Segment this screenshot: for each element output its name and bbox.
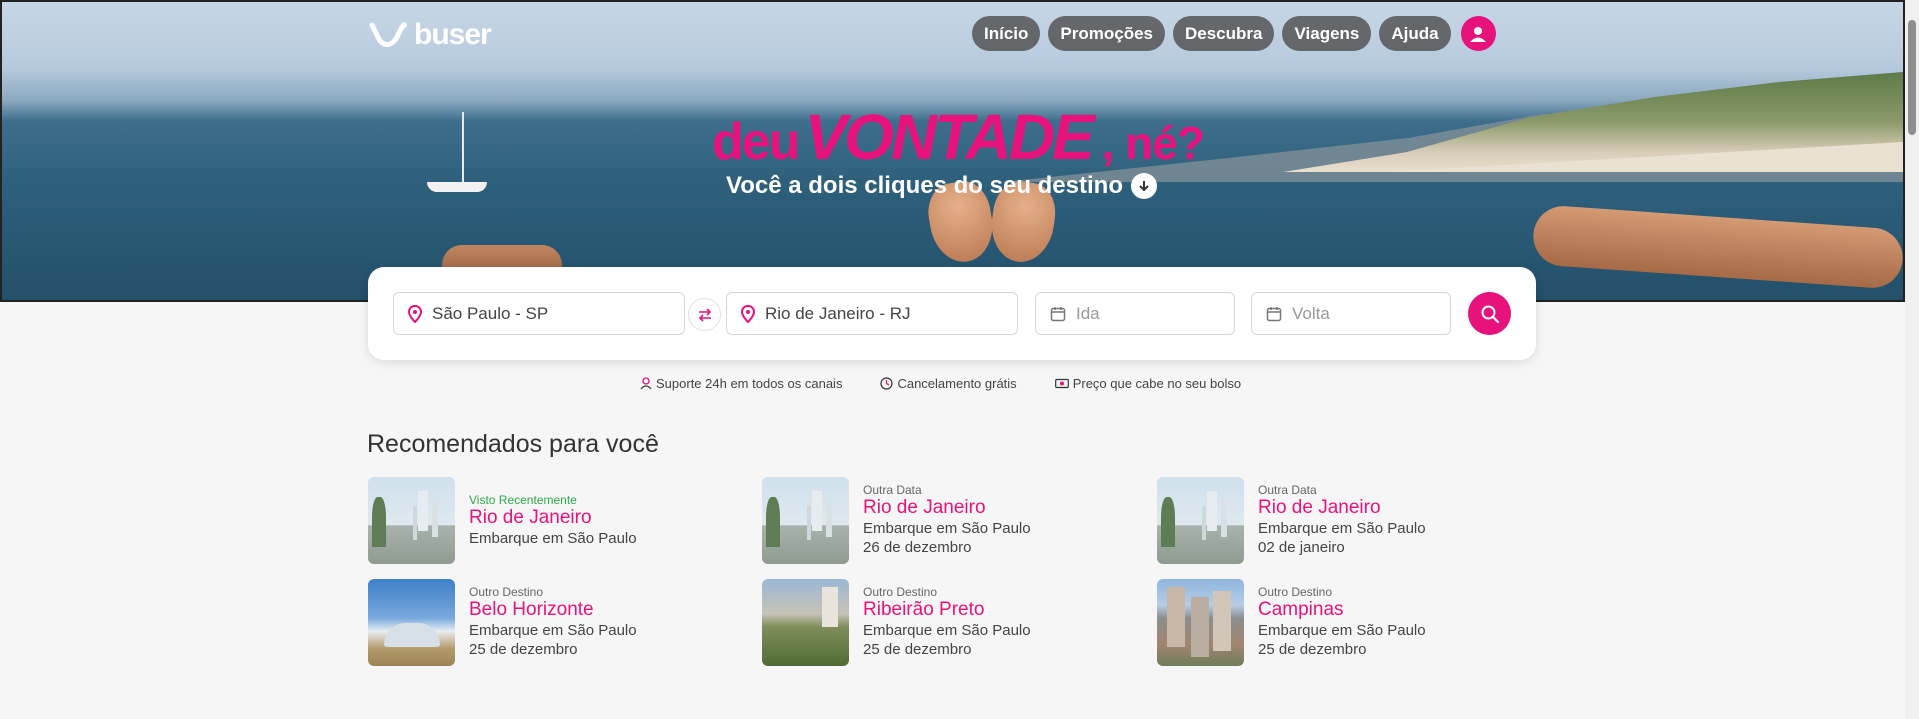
recommendation-card[interactable]: Outra Data Rio de Janeiro Embarque em Sã… <box>762 477 1142 565</box>
card-city: Belo Horizonte <box>469 599 594 620</box>
card-city: Rio de Janeiro <box>1258 497 1381 518</box>
recommendation-card[interactable]: Outro Destino Ribeirão Preto Embarque em… <box>762 579 1142 667</box>
destination-thumbnail <box>762 477 849 564</box>
ida-placeholder: Ida <box>1076 303 1100 323</box>
origin-value: São Paulo - SP <box>432 303 549 323</box>
card-city: Rio de Janeiro <box>469 507 592 528</box>
destination-thumbnail <box>1157 477 1244 564</box>
benefit-support-label: Suporte 24h em todos os canais <box>656 376 843 391</box>
clock-icon <box>880 377 894 390</box>
benefit-support: Suporte 24h em todos os canais <box>640 376 842 391</box>
user-account-button[interactable] <box>1460 16 1496 51</box>
card-city: Campinas <box>1258 599 1344 620</box>
card-date: 25 de dezembro <box>1258 641 1367 658</box>
hero-headline: deu VONTADE , né? <box>712 100 1205 174</box>
recommendations-title: Recomendados para você <box>367 430 659 458</box>
card-city: Rio de Janeiro <box>863 497 986 518</box>
leg <box>1531 204 1903 290</box>
card-tag: Outro Destino <box>469 585 544 599</box>
scroll-down-button[interactable] <box>1130 173 1157 199</box>
card-boarding: Embarque em São Paulo <box>863 622 1031 639</box>
card-date: 02 de janeiro <box>1258 539 1345 556</box>
pin-icon <box>741 304 755 323</box>
swap-icon <box>698 307 711 322</box>
scrollbar-thumb[interactable] <box>1908 20 1916 135</box>
destination-thumbnail <box>368 579 455 666</box>
brand-logo[interactable]: buser <box>368 18 492 52</box>
card-tag: Outro Destino <box>1258 585 1333 599</box>
search-button[interactable] <box>1468 292 1511 335</box>
origin-field[interactable]: São Paulo - SP <box>393 292 685 335</box>
card-boarding: Embarque em São Paulo <box>469 622 637 639</box>
card-date: 25 de dezembro <box>469 641 578 658</box>
top-nav: Início Promoções Descubra Viagens Ajuda <box>972 16 1496 51</box>
page-scrollbar[interactable] <box>1905 0 1919 719</box>
user-icon <box>1470 26 1487 42</box>
card-boarding: Embarque em São Paulo <box>863 520 1031 537</box>
swap-button[interactable] <box>688 298 721 331</box>
card-tag: Outro Destino <box>863 585 938 599</box>
calendar-icon <box>1050 306 1066 321</box>
card-tag: Outra Data <box>1258 483 1317 497</box>
search-card: São Paulo - SP Rio de Janeiro - RJ Ida V… <box>368 267 1536 360</box>
ida-date-field[interactable]: Ida <box>1035 292 1235 335</box>
headline-part-3: , né? <box>1101 117 1205 169</box>
card-boarding: Embarque em São Paulo <box>1258 520 1426 537</box>
nav-inicio[interactable]: Início <box>972 16 1041 51</box>
nav-viagens[interactable]: Viagens <box>1282 16 1372 51</box>
benefits-row: Suporte 24h em todos os canais Cancelame… <box>640 376 1241 391</box>
card-date: 25 de dezembro <box>863 641 972 658</box>
nav-promocoes[interactable]: Promoções <box>1048 16 1165 51</box>
card-date: 26 de dezembro <box>863 539 972 556</box>
destination-thumbnail <box>1157 579 1244 666</box>
volta-date-field[interactable]: Volta <box>1251 292 1451 335</box>
benefit-price-label: Preço que cabe no seu bolso <box>1072 376 1242 391</box>
brand-name: buser <box>414 18 492 51</box>
destination-thumbnail <box>762 579 849 666</box>
recommendation-card[interactable]: Outro Destino Belo Horizonte Embarque em… <box>368 579 748 667</box>
recommendation-card[interactable]: Outro Destino Campinas Embarque em São P… <box>1157 579 1537 667</box>
subline-text: Você a dois cliques do seu destino <box>726 172 1123 199</box>
card-tag: Visto Recentemente <box>469 493 577 507</box>
headline-part-1: deu <box>712 113 800 171</box>
nav-ajuda[interactable]: Ajuda <box>1379 16 1451 51</box>
card-boarding: Embarque em São Paulo <box>1258 622 1426 639</box>
arrow-down-icon <box>1139 181 1149 192</box>
calendar-icon <box>1266 306 1282 321</box>
volta-placeholder: Volta <box>1292 303 1330 323</box>
headline-part-2: VONTADE <box>804 101 1094 173</box>
money-icon <box>1054 378 1069 389</box>
recommendation-card[interactable]: Outra Data Rio de Janeiro Embarque em Sã… <box>1157 477 1537 565</box>
pin-icon <box>408 304 422 323</box>
hero-subline: Você a dois cliques do seu destino <box>726 172 1157 200</box>
sailboat <box>422 112 492 192</box>
search-icon <box>1481 305 1499 323</box>
recommendation-card[interactable]: Visto Recentemente Rio de Janeiro Embarq… <box>368 477 748 565</box>
destination-field[interactable]: Rio de Janeiro - RJ <box>726 292 1018 335</box>
support-icon <box>640 377 652 390</box>
destination-thumbnail <box>368 477 455 564</box>
card-city: Ribeirão Preto <box>863 599 985 620</box>
nav-descubra[interactable]: Descubra <box>1173 16 1275 51</box>
benefit-cancel-label: Cancelamento grátis <box>897 376 1017 391</box>
benefit-cancel: Cancelamento grátis <box>880 376 1017 391</box>
destination-value: Rio de Janeiro - RJ <box>765 303 911 323</box>
card-boarding: Embarque em São Paulo <box>469 530 637 547</box>
logo-icon <box>369 22 407 47</box>
benefit-price: Preço que cabe no seu bolso <box>1054 376 1242 391</box>
card-tag: Outra Data <box>863 483 922 497</box>
